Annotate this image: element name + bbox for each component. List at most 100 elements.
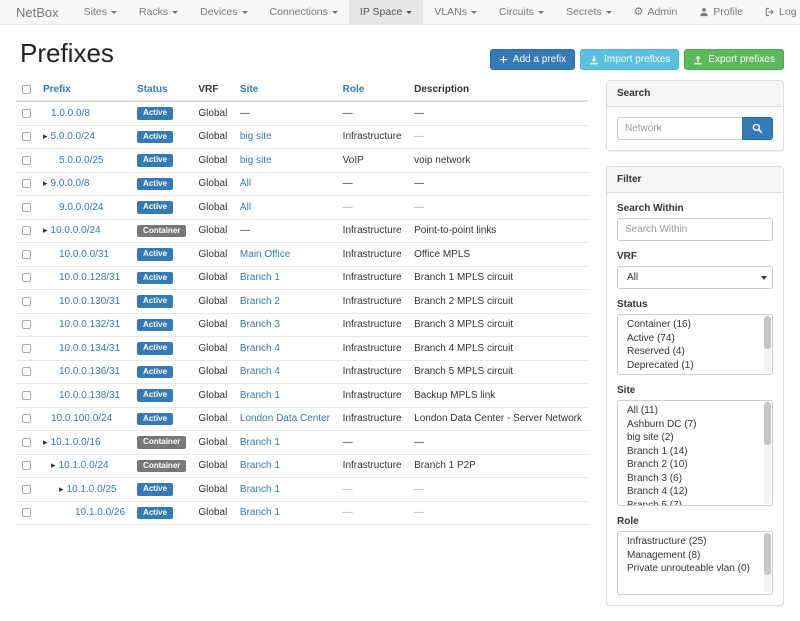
nav-item-connections[interactable]: Connections xyxy=(259,0,349,24)
site-link[interactable]: big site xyxy=(240,155,272,166)
nav-item-vlans[interactable]: VLANs xyxy=(423,0,488,24)
prefix-link[interactable]: 10.0.0.130/31 xyxy=(59,296,120,307)
row-checkbox[interactable] xyxy=(22,508,31,517)
nav-item-secrets[interactable]: Secrets xyxy=(555,0,623,24)
nav-item-admin[interactable]: ⚙Admin xyxy=(623,0,689,24)
column-header-site[interactable]: Site xyxy=(234,79,337,101)
site-link[interactable]: Branch 1 xyxy=(240,437,280,448)
nav-item-ip-space[interactable]: IP Space xyxy=(349,0,423,24)
nav-item-profile[interactable]: Profile xyxy=(688,0,754,24)
prefix-link[interactable]: 1.0.0.0/8 xyxy=(51,108,90,119)
expand-caret-icon[interactable]: ▸ xyxy=(43,131,48,141)
column-header-status[interactable]: Status xyxy=(131,79,192,101)
scrollbar-track[interactable] xyxy=(764,533,771,593)
prefix-link[interactable]: 10.1.0.0/26 xyxy=(75,507,125,518)
listbox-option[interactable]: Branch 3 (6) xyxy=(618,472,772,486)
search-input[interactable] xyxy=(617,117,742,140)
listbox-option[interactable]: Branch 2 (10) xyxy=(618,458,772,472)
site-listbox[interactable]: All (11)Ashburn DC (7)big site (2)Branch… xyxy=(617,400,773,506)
search-within-input[interactable] xyxy=(617,218,773,241)
site-link[interactable]: London Data Center xyxy=(240,413,330,424)
row-checkbox[interactable] xyxy=(22,226,31,235)
prefix-link[interactable]: 5.0.0.0/24 xyxy=(51,131,95,142)
row-checkbox[interactable] xyxy=(22,414,31,423)
listbox-option[interactable]: Container (16) xyxy=(618,318,772,332)
row-checkbox[interactable] xyxy=(22,132,31,141)
listbox-option[interactable]: Ashburn DC (7) xyxy=(618,418,772,432)
scrollbar-thumb[interactable] xyxy=(764,533,771,575)
site-link[interactable]: Branch 1 xyxy=(240,460,280,471)
row-checkbox[interactable] xyxy=(22,320,31,329)
nav-item-devices[interactable]: Devices xyxy=(189,0,258,24)
column-header-role[interactable]: Role xyxy=(337,79,408,101)
search-button[interactable] xyxy=(742,117,773,140)
import-prefixes-button[interactable]: Import prefixes xyxy=(580,49,679,70)
column-header-prefix[interactable]: Prefix xyxy=(37,79,131,101)
prefix-link[interactable]: 10.1.0.0/25 xyxy=(67,484,117,495)
prefix-link[interactable]: 10.0.0.0/31 xyxy=(59,249,109,260)
status-listbox[interactable]: Container (16)Active (74)Reserved (4)Dep… xyxy=(617,314,773,375)
prefix-link[interactable]: 10.1.0.0/24 xyxy=(59,460,109,471)
expand-caret-icon[interactable]: ▸ xyxy=(51,460,56,470)
listbox-option[interactable]: Management (8) xyxy=(618,549,772,563)
listbox-option[interactable]: Deprecated (1) xyxy=(618,359,772,373)
site-link[interactable]: Branch 1 xyxy=(240,484,280,495)
row-checkbox[interactable] xyxy=(22,179,31,188)
prefix-link[interactable]: 10.0.100.0/24 xyxy=(51,413,112,424)
site-link[interactable]: big site xyxy=(240,131,272,142)
site-link[interactable]: Branch 4 xyxy=(240,366,280,377)
prefix-link[interactable]: 9.0.0.0/24 xyxy=(59,202,103,213)
site-link[interactable]: Branch 3 xyxy=(240,319,280,330)
expand-caret-icon[interactable]: ▸ xyxy=(59,484,64,494)
scrollbar-track[interactable] xyxy=(764,316,771,373)
row-checkbox[interactable] xyxy=(22,156,31,165)
site-link[interactable]: All xyxy=(240,202,251,213)
expand-caret-icon[interactable]: ▸ xyxy=(43,225,48,235)
scrollbar-track[interactable] xyxy=(764,402,771,504)
row-checkbox[interactable] xyxy=(22,203,31,212)
brand-logo[interactable]: NetBox xyxy=(0,0,73,24)
expand-caret-icon[interactable]: ▸ xyxy=(43,178,48,188)
prefix-link[interactable]: 10.0.0.132/31 xyxy=(59,319,120,330)
listbox-option[interactable]: Branch 1 (14) xyxy=(618,445,772,459)
site-link[interactable]: Branch 2 xyxy=(240,296,280,307)
site-link[interactable]: Branch 1 xyxy=(240,390,280,401)
prefix-link[interactable]: 10.0.0.138/31 xyxy=(59,390,120,401)
row-checkbox[interactable] xyxy=(22,438,31,447)
select-all-checkbox[interactable] xyxy=(22,85,31,94)
listbox-option[interactable]: Private unrouteable vlan (0) xyxy=(618,562,772,576)
add-a-prefix-button[interactable]: Add a prefix xyxy=(490,49,575,70)
export-prefixes-button[interactable]: Export prefixes xyxy=(684,49,784,70)
row-checkbox[interactable] xyxy=(22,273,31,282)
prefix-link[interactable]: 10.0.0.136/31 xyxy=(59,366,120,377)
site-link[interactable]: Branch 4 xyxy=(240,343,280,354)
role-listbox[interactable]: Infrastructure (25)Management (8)Private… xyxy=(617,531,773,595)
prefix-link[interactable]: 10.1.0.0/16 xyxy=(51,437,101,448)
scrollbar-thumb[interactable] xyxy=(764,316,771,349)
listbox-option[interactable]: Reserved (4) xyxy=(618,345,772,359)
row-checkbox[interactable] xyxy=(22,485,31,494)
nav-item-racks[interactable]: Racks xyxy=(128,0,189,24)
nav-item-log-out[interactable]: Log out xyxy=(754,0,800,24)
row-checkbox[interactable] xyxy=(22,367,31,376)
site-link[interactable]: Branch 1 xyxy=(240,272,280,283)
row-checkbox[interactable] xyxy=(22,391,31,400)
site-link[interactable]: Branch 1 xyxy=(240,507,280,518)
prefix-link[interactable]: 10.0.0.0/24 xyxy=(51,225,101,236)
row-checkbox[interactable] xyxy=(22,250,31,259)
scrollbar-thumb[interactable] xyxy=(764,402,771,445)
prefix-link[interactable]: 5.0.0.0/25 xyxy=(59,155,103,166)
listbox-option[interactable]: big site (2) xyxy=(618,431,772,445)
row-checkbox[interactable] xyxy=(22,109,31,118)
listbox-option[interactable]: Branch 5 (7) xyxy=(618,499,772,507)
row-checkbox[interactable] xyxy=(22,461,31,470)
prefix-link[interactable]: 9.0.0.0/8 xyxy=(51,178,90,189)
listbox-option[interactable]: Infrastructure (25) xyxy=(618,535,772,549)
nav-item-sites[interactable]: Sites xyxy=(73,0,128,24)
prefix-link[interactable]: 10.0.0.134/31 xyxy=(59,343,120,354)
prefix-link[interactable]: 10.0.0.128/31 xyxy=(59,272,120,283)
site-link[interactable]: All xyxy=(240,178,251,189)
vrf-select[interactable]: All xyxy=(617,266,773,289)
listbox-option[interactable]: Branch 4 (12) xyxy=(618,485,772,499)
expand-caret-icon[interactable]: ▸ xyxy=(43,437,48,447)
